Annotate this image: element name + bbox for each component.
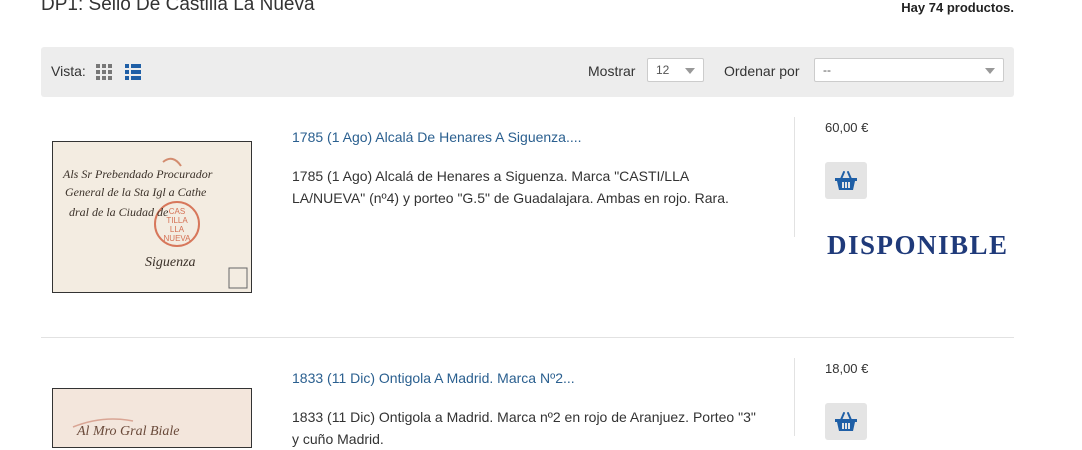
show-per-page-value: 12: [656, 63, 670, 77]
product-title-link[interactable]: 1833 (11 Dic) Ontigola A Madrid. Marca N…: [292, 370, 575, 386]
product-description: 1833 (11 Dic) Ontigola a Madrid. Marca n…: [292, 409, 756, 447]
basket-icon: [835, 411, 857, 431]
image-city-text: Siguenza: [145, 255, 196, 270]
add-to-cart-button[interactable]: [825, 403, 867, 440]
toolbar: Vista: Mostrar 12 Ordenar por --: [41, 47, 1014, 97]
chevron-down-icon: [985, 68, 995, 74]
product-image[interactable]: Al Mro Gral Biale: [52, 388, 252, 448]
view-label: Vista:: [51, 63, 86, 79]
product-count: Hay 74 productos.: [901, 0, 1014, 15]
product-price: 60,00 €: [825, 120, 869, 135]
sort-label: Ordenar por: [724, 63, 800, 79]
chevron-down-icon: [685, 68, 695, 74]
image-text-line: dral de la Ciudad de: [69, 205, 169, 219]
basket-icon: [835, 170, 857, 190]
availability-label: DISPONIBLE: [827, 230, 1009, 260]
image-text-line: Als Sr Prebendado Procurador: [62, 167, 213, 181]
add-to-cart-button[interactable]: [825, 162, 867, 199]
product-item: Al Mro Gral Biale 1833 (11 Dic) Ontigola…: [41, 358, 1014, 448]
image-text-line: General de la Sta Igl a Cathe: [65, 185, 207, 199]
sort-select[interactable]: --: [814, 58, 1004, 82]
stamp-text: NUEVA: [164, 234, 192, 243]
page-title: DP1: Sello De Castilla La Nueva: [41, 0, 315, 15]
sort-value: --: [823, 63, 831, 77]
product-separator: [41, 337, 1014, 338]
list-view-icon[interactable]: [125, 64, 141, 80]
grid-view-icon[interactable]: [96, 64, 112, 80]
show-label: Mostrar: [588, 63, 636, 79]
product-item: Als Sr Prebendado Procurador General de …: [41, 117, 1014, 327]
stamp-text: CAS: [169, 207, 185, 216]
stamp-text: TILLA: [166, 216, 188, 225]
product-description: 1785 (1 Ago) Alcalá de Henares a Siguenz…: [292, 168, 729, 206]
image-text-line: Al Mro Gral Biale: [76, 424, 180, 439]
product-image[interactable]: Als Sr Prebendado Procurador General de …: [52, 141, 252, 293]
product-price: 18,00 €: [825, 361, 869, 376]
show-per-page-select[interactable]: 12: [647, 58, 704, 82]
product-title-link[interactable]: 1785 (1 Ago) Alcalá De Henares A Siguenz…: [292, 129, 582, 145]
divider: [794, 358, 795, 436]
divider: [794, 117, 795, 237]
stamp-text: LLA: [170, 225, 185, 234]
